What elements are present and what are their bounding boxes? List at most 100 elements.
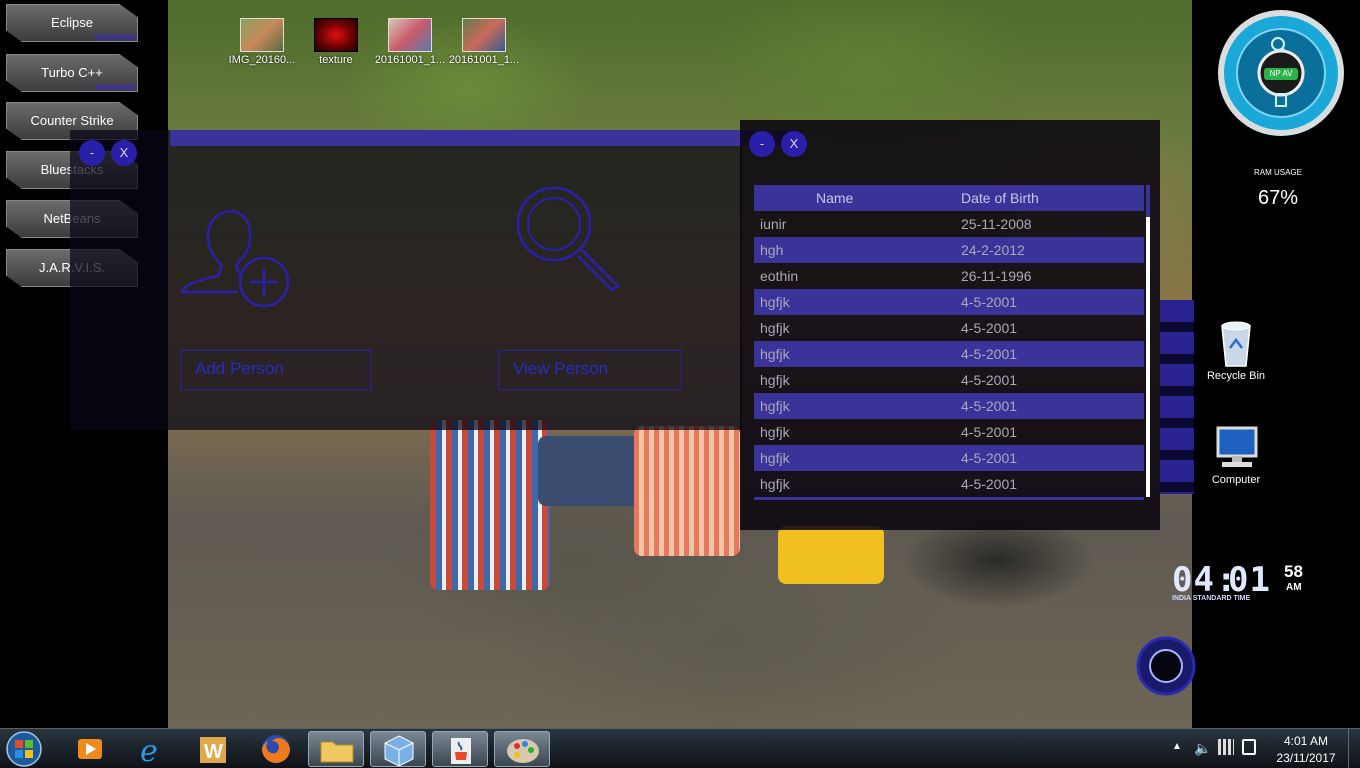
person-table: Name Date of Birth iunir 25-11-2008 hgh 24-… (754, 185, 1144, 497)
table-row[interactable]: hgfjk 4-5-2001 (754, 419, 1144, 445)
tray-expand-icon[interactable]: ▲ (1172, 741, 1182, 752)
start-orb-icon[interactable] (4, 730, 44, 768)
cell-dob: 4-5-2001 (961, 476, 1018, 492)
taskbar-time[interactable]: 4:01 AM (1270, 734, 1342, 748)
wallpaper-person-yellow-shirt (778, 526, 884, 584)
taskbar-firefox[interactable] (248, 731, 304, 767)
cell-dob: 4-5-2001 (961, 294, 1018, 310)
launcher-label: Turbo C++ (41, 65, 103, 80)
table-bottom-edge (754, 497, 1144, 500)
launcher-turbo-cpp[interactable]: Turbo C++ (6, 54, 138, 92)
launcher-accent (95, 35, 135, 39)
ram-usage-value: 67% (1257, 187, 1299, 209)
taskbar-internet-explorer[interactable]: e (124, 731, 180, 768)
add-person-button[interactable]: Add Person (180, 350, 372, 390)
table-row[interactable]: hgh 24-2-2012 (754, 237, 1144, 263)
add-person-icon[interactable] (178, 196, 294, 308)
table-row[interactable]: hgfjk 4-5-2001 (754, 341, 1144, 367)
desktop: Eclipse Turbo C++ Counter Strike Bluesta… (0, 0, 1360, 768)
launcher-label: Counter Strike (30, 113, 114, 128)
computer-icon (1216, 426, 1258, 467)
wallpaper-strip (1160, 300, 1194, 494)
table-row[interactable]: hgfjk 4-5-2001 (754, 393, 1144, 419)
cell-dob: 4-5-2001 (961, 346, 1018, 362)
network-icon[interactable] (1218, 739, 1234, 755)
paint-palette-icon (507, 739, 539, 763)
cell-dob: 24-2-2012 (961, 242, 1025, 258)
taskbar-word[interactable]: W (186, 731, 242, 767)
taskbar-media-player[interactable] (62, 731, 118, 767)
table-row[interactable]: hgfjk 4-5-2001 (754, 367, 1144, 393)
close-button[interactable]: X (781, 131, 807, 157)
person-manager-panel: - X Add Person View Person (70, 130, 802, 430)
launcher-eclipse[interactable]: Eclipse (6, 4, 138, 42)
show-desktop-button[interactable] (1348, 729, 1360, 768)
close-button[interactable]: X (111, 140, 137, 166)
taskbar-file-explorer[interactable] (308, 731, 364, 767)
internet-explorer-icon: e (140, 734, 158, 768)
cell-dob: 4-5-2001 (961, 398, 1018, 414)
svg-text:W: W (204, 741, 223, 763)
table-row[interactable]: hgfjk 4-5-2001 (754, 315, 1144, 341)
antivirus-badge: NP AV (1264, 68, 1298, 80)
taskbar: e W ▲ 🔈 4:01 AM 23/11/2017 (0, 728, 1360, 768)
clock-ampm: AM (1286, 582, 1302, 593)
clock-seconds: 58 (1284, 562, 1303, 581)
digital-clock-gadget: 04 : 01 58 AM INDIA STANDARD TIME (1172, 560, 1322, 606)
cell-name: iunir (760, 216, 787, 232)
photo-thumbnail-icon (240, 18, 284, 52)
cell-dob: 25-11-2008 (961, 216, 1032, 232)
desktop-icon-label: Recycle Bin (1206, 370, 1266, 382)
cell-name: hgfjk (760, 320, 790, 336)
minimize-button[interactable]: - (749, 131, 775, 157)
taskbar-java[interactable] (432, 731, 488, 767)
virtualbox-icon (384, 735, 414, 767)
clock-minutes: 01 (1228, 560, 1271, 600)
table-row[interactable]: hgfjk 4-5-2001 (754, 445, 1144, 471)
firefox-icon (262, 735, 290, 763)
desktop-icon-photo-2[interactable]: 20161001_1... (446, 18, 522, 66)
desktop-icon-computer[interactable]: Computer (1198, 426, 1274, 486)
minimize-button[interactable]: - (79, 140, 105, 166)
cell-dob: 26-11-1996 (961, 268, 1032, 284)
folder-icon (320, 741, 354, 763)
view-person-button[interactable]: View Person (498, 350, 682, 390)
table-row[interactable]: hgfjk 4-5-2001 (754, 289, 1144, 315)
taskbar-paint[interactable] (494, 731, 550, 767)
cell-name: eothin (760, 268, 799, 284)
taskbar-virtualbox[interactable] (370, 731, 426, 767)
photo-thumbnail-icon (462, 18, 506, 52)
scrollbar-thumb[interactable] (1146, 185, 1150, 217)
desktop-icon-recycle-bin[interactable]: Recycle Bin (1198, 320, 1274, 382)
desktop-icon-label: Computer (1211, 474, 1261, 486)
desktop-icon-photo-1[interactable]: 20161001_1... (372, 18, 448, 66)
volume-icon[interactable]: 🔈 (1194, 740, 1211, 757)
cell-dob: 4-5-2001 (961, 424, 1018, 440)
table-row[interactable]: iunir 25-11-2008 (754, 211, 1144, 237)
recycle-bin-icon (1221, 321, 1251, 367)
table-row[interactable]: hgfjk 4-5-2001 (754, 471, 1144, 497)
wallpaper-person-orange-shirt (634, 426, 740, 556)
cell-name: hgfjk (760, 294, 790, 310)
cell-name: hgfjk (760, 372, 790, 388)
cell-name: hgfjk (760, 398, 790, 414)
desktop-icon-texture[interactable]: texture (298, 18, 374, 66)
desktop-icon-label: texture (319, 54, 353, 66)
person-list-panel: - X Name Date of Birth iunir 25-11-2008 hg… (740, 120, 1160, 530)
desktop-icon-img[interactable]: IMG_20160... (224, 18, 300, 66)
table-scrollbar[interactable] (1146, 185, 1150, 497)
table-row[interactable]: eothin 26-11-1996 (754, 263, 1144, 289)
desktop-icon-label: IMG_20160... (228, 54, 296, 66)
desktop-icon-label: 20161001_1... (374, 54, 446, 66)
action-center-icon[interactable] (1242, 739, 1256, 755)
cell-dob: 4-5-2001 (961, 372, 1018, 388)
search-icon[interactable] (508, 178, 628, 294)
column-header-dob[interactable]: Date of Birth (961, 190, 1039, 206)
column-header-name[interactable]: Name (816, 190, 853, 206)
cell-name: hgfjk (760, 346, 790, 362)
floating-orb-icon[interactable] (1136, 636, 1196, 696)
launcher-accent (95, 85, 135, 89)
taskbar-date[interactable]: 23/11/2017 (1270, 751, 1342, 765)
panel-title-bar[interactable] (170, 130, 802, 146)
cell-name: hgfjk (760, 424, 790, 440)
